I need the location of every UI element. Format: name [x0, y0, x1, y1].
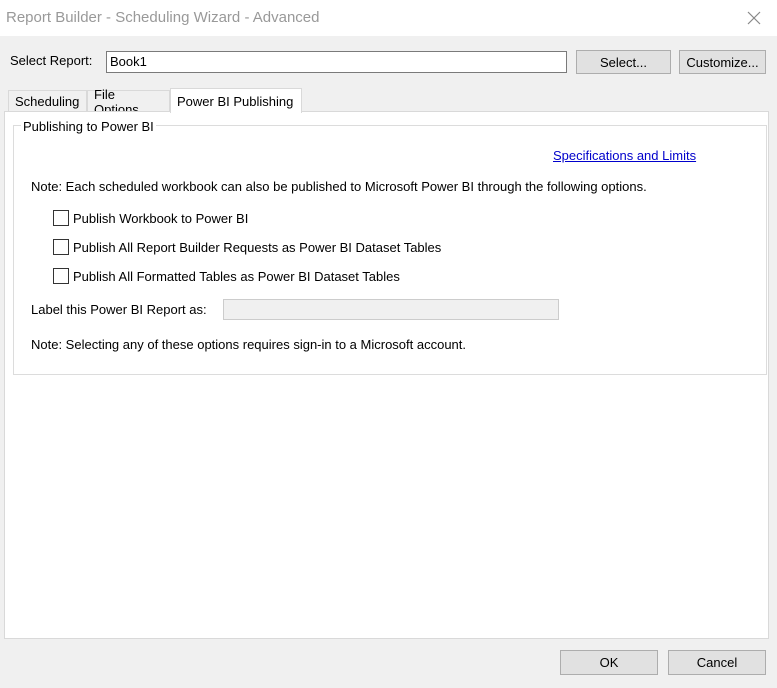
specifications-link[interactable]: Specifications and Limits: [553, 148, 696, 163]
select-button[interactable]: Select...: [576, 50, 671, 74]
tab-scheduling[interactable]: Scheduling: [8, 90, 87, 112]
checkbox-publish-requests[interactable]: [53, 239, 69, 255]
group-title: Publishing to Power BI: [21, 119, 156, 134]
select-report-label: Select Report:: [10, 53, 93, 68]
note-bottom: Note: Selecting any of these options req…: [31, 337, 467, 352]
label-power-bi-report: Label this Power BI Report as:: [31, 302, 207, 317]
checkbox-publish-workbook[interactable]: [53, 210, 69, 226]
window-title: Report Builder - Scheduling Wizard - Adv…: [6, 9, 320, 26]
option-label: Publish Workbook to Power BI: [73, 210, 249, 226]
tab-panel: Specifications and Limits Note: Each sch…: [4, 111, 769, 639]
cancel-button[interactable]: Cancel: [668, 650, 766, 675]
report-name-input[interactable]: Book1: [106, 51, 567, 73]
tab-power-bi-publishing[interactable]: Power BI Publishing: [170, 88, 302, 113]
note-top: Note: Each scheduled workbook can also b…: [31, 179, 647, 194]
tab-file-options[interactable]: File Options: [87, 87, 170, 117]
customize-button[interactable]: Customize...: [679, 50, 766, 74]
ok-button[interactable]: OK: [560, 650, 658, 675]
option-publish-requests[interactable]: Publish All Report Builder Requests as P…: [53, 239, 441, 255]
close-button[interactable]: [731, 0, 777, 36]
publishing-groupbox: Specifications and Limits Note: Each sch…: [13, 125, 767, 375]
option-publish-formatted-tables[interactable]: Publish All Formatted Tables as Power BI…: [53, 268, 400, 284]
option-publish-workbook[interactable]: Publish Workbook to Power BI: [53, 210, 248, 226]
title-bar: Report Builder - Scheduling Wizard - Adv…: [0, 0, 777, 36]
close-x-icon: [747, 11, 761, 25]
power-bi-label-input[interactable]: [223, 299, 559, 320]
option-label: Publish All Formatted Tables as Power BI…: [73, 268, 400, 284]
checkbox-publish-formatted-tables[interactable]: [53, 268, 69, 284]
option-label: Publish All Report Builder Requests as P…: [73, 239, 442, 255]
